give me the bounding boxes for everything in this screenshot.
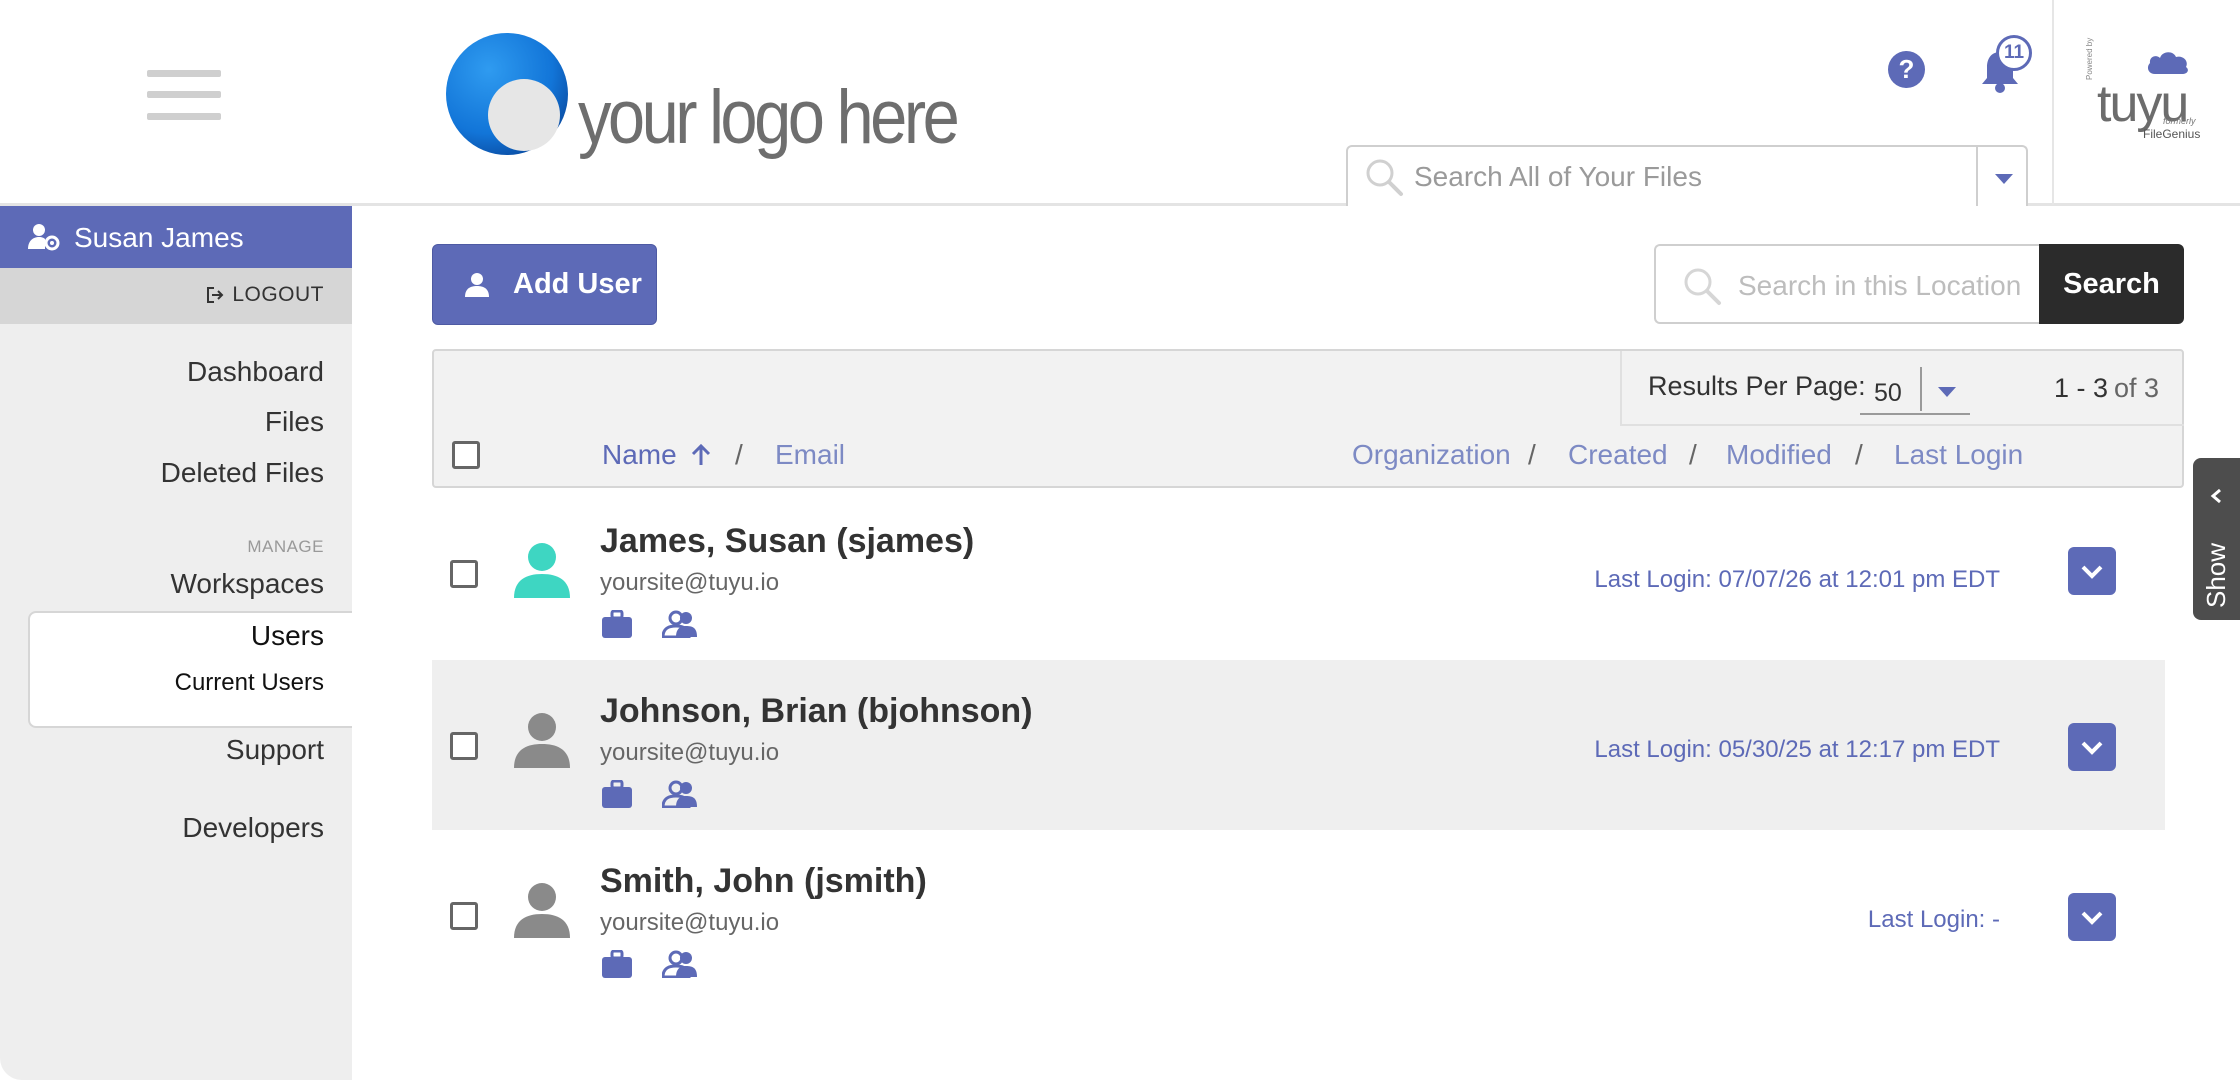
pagination-bar: Results Per Page: 50 1 - 3 of 3 (1620, 351, 2184, 426)
row-actions-button[interactable] (2068, 723, 2116, 771)
global-search-input[interactable] (1414, 157, 1954, 197)
notification-count-badge: 11 (1996, 35, 2032, 71)
avatar-icon (514, 883, 570, 938)
sort-organization[interactable]: Organization (1352, 439, 1511, 471)
table-header: Results Per Page: 50 1 - 3 of 3 Name / Em… (432, 349, 2184, 488)
user-name[interactable]: Johnson, Brian (bjohnson) (600, 692, 1033, 731)
row-actions-button[interactable] (2068, 893, 2116, 941)
arrow-up-icon (692, 443, 711, 465)
add-user-label: Add User (513, 268, 642, 300)
user-name[interactable]: James, Susan (sjames) (600, 522, 974, 561)
sidebar-item-current-users[interactable]: Current Users (175, 669, 324, 697)
column-separator: / (735, 439, 743, 470)
brand-former-name: FileGenius (2143, 127, 2201, 141)
user-last-login: Last Login: 05/30/25 at 12:17 pm EDT (1594, 736, 2000, 763)
sort-email[interactable]: Email (775, 439, 845, 471)
page-range-value: 1 - 3 (2054, 373, 2109, 403)
sidebar-item-users[interactable]: Users (251, 620, 324, 652)
search-icon (1684, 268, 1721, 305)
row-checkbox[interactable] (450, 732, 478, 760)
brand-formerly: formerly (2163, 116, 2196, 126)
location-search (1654, 244, 2039, 324)
chevron-left-icon (2210, 488, 2221, 504)
table-row[interactable]: Smith, John (jsmith) yoursite@tuyu.io La… (432, 830, 2165, 1000)
row-actions-button[interactable] (2068, 547, 2116, 595)
global-search-dropdown[interactable] (1976, 147, 2026, 206)
chevron-down-icon (2081, 741, 2103, 755)
sidebar-item-files[interactable]: Files (265, 406, 324, 438)
current-user-bar[interactable]: Susan James (0, 206, 352, 268)
cloud-icon (2147, 52, 2188, 74)
sort-modified[interactable]: Modified (1726, 439, 1832, 471)
user-email: yoursite@tuyu.io (600, 909, 780, 936)
results-per-page-select[interactable]: 50 (1860, 365, 1970, 415)
chevron-down-icon (2081, 911, 2103, 925)
select-all-checkbox[interactable] (452, 441, 480, 469)
users-group-icon[interactable] (662, 610, 698, 638)
user-email: yoursite@tuyu.io (600, 569, 780, 596)
sort-name-label: Name (602, 439, 677, 470)
sidebar: Susan James LOGOUT Dashboard Files Delet… (0, 206, 352, 1080)
show-panel-label: Show (2201, 542, 2231, 608)
logout-bar: LOGOUT (0, 268, 352, 324)
header-divider (2052, 0, 2054, 205)
search-icon (1366, 159, 1403, 196)
show-panel-tab[interactable]: Show (2193, 458, 2240, 620)
sidebar-item-deleted-files[interactable]: Deleted Files (161, 457, 324, 489)
brand-powered-by: Powered by (2085, 37, 2094, 80)
briefcase-icon[interactable] (602, 610, 632, 638)
sort-created[interactable]: Created (1568, 439, 1668, 471)
briefcase-icon[interactable] (602, 780, 632, 808)
column-separator: / (1855, 439, 1863, 470)
page-total: of 3 (2114, 373, 2160, 403)
sidebar-item-workspaces[interactable]: Workspaces (170, 568, 324, 600)
logo-text: your logo here (578, 75, 960, 160)
user-settings-icon (28, 224, 60, 251)
avatar-icon (514, 713, 570, 768)
hamburger-menu-icon[interactable] (147, 70, 221, 120)
sort-name[interactable]: Name (602, 439, 712, 471)
help-icon[interactable]: ? (1888, 51, 1925, 88)
add-user-button[interactable]: Add User (432, 244, 657, 325)
chevron-down-icon (2081, 565, 2103, 579)
location-search-input[interactable] (1738, 266, 2034, 306)
results-per-page-label: Results Per Page: (1648, 371, 1866, 401)
user-last-login: Last Login: - (1867, 906, 2000, 933)
chevron-down-icon (1938, 387, 1956, 397)
user-icon (465, 273, 489, 297)
sidebar-item-developers[interactable]: Developers (182, 812, 324, 844)
table-row[interactable]: Johnson, Brian (bjohnson) yoursite@tuyu.… (432, 660, 2165, 830)
logout-link[interactable]: LOGOUT (206, 283, 324, 307)
row-checkbox[interactable] (450, 560, 478, 588)
logout-label: LOGOUT (232, 283, 324, 306)
sidebar-section-manage: MANAGE (247, 537, 324, 556)
column-separator: / (1528, 439, 1536, 470)
brand-logo: Powered by tuyu formerly FileGenius (2085, 38, 2205, 150)
row-checkbox[interactable] (450, 902, 478, 930)
logout-icon (207, 287, 224, 303)
select-divider (1920, 367, 1922, 411)
page-range: 1 - 3 of 3 (2054, 373, 2159, 404)
table-row[interactable]: James, Susan (sjames) yoursite@tuyu.io L… (432, 490, 2165, 660)
sidebar-item-dashboard[interactable]: Dashboard (187, 356, 324, 388)
user-name[interactable]: Smith, John (jsmith) (600, 862, 927, 901)
briefcase-icon[interactable] (602, 950, 632, 978)
users-group-icon[interactable] (662, 780, 698, 808)
site-logo[interactable]: your logo here (445, 30, 960, 165)
avatar-icon (514, 543, 570, 598)
search-button[interactable]: Search (2039, 244, 2184, 324)
sidebar-item-support[interactable]: Support (226, 734, 324, 766)
user-last-login: Last Login: 07/07/26 at 12:01 pm EDT (1594, 566, 2000, 593)
chevron-down-icon (1995, 174, 2013, 184)
users-group-icon[interactable] (662, 950, 698, 978)
user-email: yoursite@tuyu.io (600, 739, 780, 766)
app-header: your logo here ? 11 Powered by tuyu form… (0, 0, 2240, 206)
sort-last-login[interactable]: Last Login (1894, 439, 2023, 471)
current-user-name: Susan James (74, 222, 244, 253)
column-separator: / (1689, 439, 1697, 470)
results-per-page-value: 50 (1874, 379, 1902, 407)
global-search (1346, 145, 2028, 206)
